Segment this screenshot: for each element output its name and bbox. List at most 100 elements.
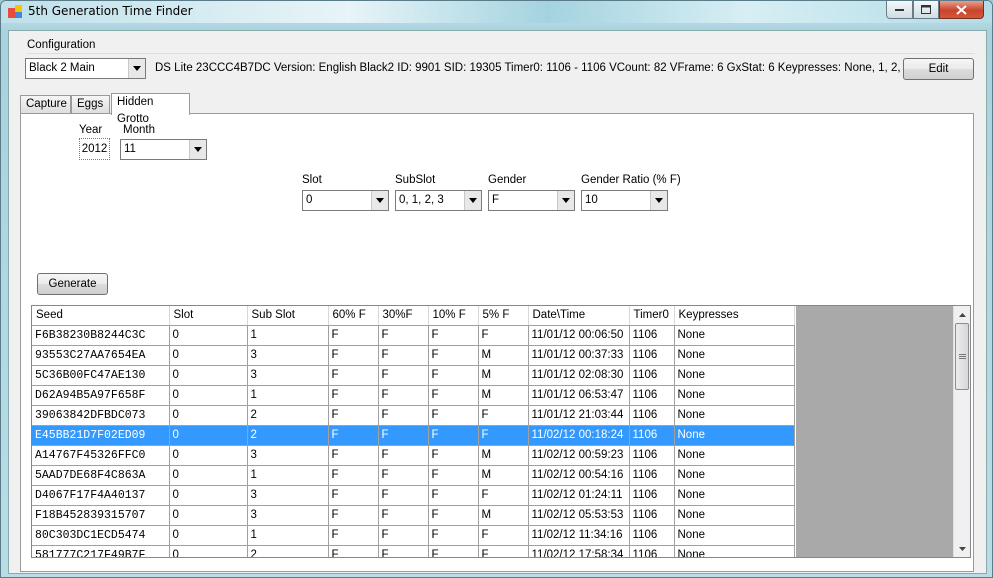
- table-row[interactable]: D4067F17F4A40137 0 3 F F F F 11/02/12 01:24:11 1…: [32, 485, 795, 506]
- year-input[interactable]: 2012: [79, 138, 110, 160]
- table-cell: 0: [169, 345, 248, 366]
- close-icon: [956, 4, 967, 15]
- slot-dropdown[interactable]: 0: [302, 190, 389, 211]
- table-cell: None: [674, 385, 795, 406]
- table-cell: 3: [247, 505, 329, 526]
- table-cell: 2: [247, 405, 329, 426]
- year-label: Year: [79, 124, 103, 136]
- tab-capture[interactable]: Capture: [20, 95, 71, 114]
- group-divider: [27, 53, 975, 54]
- chevron-down-icon: [959, 546, 966, 551]
- chevron-down-icon[interactable]: [557, 191, 574, 210]
- table-cell: F: [328, 365, 379, 386]
- table-cell: 1106: [629, 465, 675, 486]
- table-cell: M: [478, 465, 529, 486]
- table-row[interactable]: 5C36B00FC47AE130 0 3 F F F M 11/01/12 02:08:30 1…: [32, 365, 795, 386]
- vertical-scrollbar[interactable]: [953, 306, 970, 557]
- tab-eggs[interactable]: Eggs: [71, 95, 110, 114]
- results-grid[interactable]: Seed Slot Sub Slot 60% F 30%F 10% F 5% F Date\T…: [31, 305, 971, 558]
- table-cell: None: [674, 425, 795, 446]
- table-cell: 5AAD7DE68F4C863A: [32, 465, 170, 486]
- column-header[interactable]: Seed: [32, 306, 170, 326]
- grip-icon: [958, 354, 966, 359]
- table-cell: F: [478, 405, 529, 426]
- table-cell: None: [674, 545, 795, 557]
- edit-button[interactable]: Edit: [903, 58, 974, 80]
- table-cell: F: [328, 465, 379, 486]
- table-cell: 1: [247, 325, 329, 346]
- table-cell: None: [674, 405, 795, 426]
- table-cell: 581777C217F49B7F: [32, 545, 170, 557]
- column-header[interactable]: 30%F: [378, 306, 429, 326]
- column-header[interactable]: Keypresses: [674, 306, 795, 326]
- profile-info-text: DS Lite 23CCC4B7DC Version: English Blac…: [155, 62, 903, 74]
- table-row[interactable]: 581777C217F49B7F 0 2 F F F F 11/02/12 17:58:34 1…: [32, 545, 795, 557]
- column-header[interactable]: Sub Slot: [247, 306, 329, 326]
- subslot-dropdown[interactable]: 0, 1, 2, 3: [395, 190, 482, 211]
- gender-dropdown[interactable]: F: [488, 190, 575, 211]
- tab-hidden-grotto[interactable]: Hidden Grotto: [111, 93, 190, 125]
- maximize-button[interactable]: [913, 1, 939, 19]
- chevron-down-icon[interactable]: [128, 59, 145, 78]
- chevron-down-icon[interactable]: [371, 191, 388, 210]
- table-row[interactable]: 93553C27AA7654EA 0 3 F F F M 11/01/12 00:37:33 1…: [32, 345, 795, 366]
- table-cell: F: [378, 465, 429, 486]
- table-cell: 0: [169, 385, 248, 406]
- minimize-button[interactable]: [886, 1, 913, 19]
- table-cell: 1106: [629, 325, 675, 346]
- table-row[interactable]: 39063842DFBDC073 0 2 F F F F 11/01/12 21:03:44 1…: [32, 405, 795, 426]
- table-cell: F: [428, 545, 479, 557]
- profile-dropdown[interactable]: Black 2 Main: [25, 58, 146, 79]
- table-cell: 1106: [629, 505, 675, 526]
- table-cell: 3: [247, 485, 329, 506]
- title-bar[interactable]: 5th Generation Time Finder: [1, 1, 992, 23]
- table-row[interactable]: 80C303DC1ECD5474 0 1 F F F F 11/02/12 11:34:16 1…: [32, 525, 795, 546]
- table-cell: F: [378, 345, 429, 366]
- column-header[interactable]: Timer0: [629, 306, 675, 326]
- column-header[interactable]: Date\Time: [528, 306, 630, 326]
- configuration-group: Configuration Black 2 Main DS Lite 23CCC…: [23, 39, 975, 85]
- table-cell: D62A94B5A97F658F: [32, 385, 170, 406]
- chevron-down-icon[interactable]: [464, 191, 481, 210]
- column-header[interactable]: 60% F: [328, 306, 379, 326]
- table-cell: F: [328, 385, 379, 406]
- table-cell: F: [428, 365, 479, 386]
- column-header[interactable]: Slot: [169, 306, 248, 326]
- table-cell: 0: [169, 445, 248, 466]
- hidden-grotto-panel: Year 2012 Month 11 Slot 0 SubSlot 0, 1, …: [20, 113, 974, 572]
- generate-button[interactable]: Generate: [37, 273, 108, 295]
- table-row[interactable]: E45BB21D7F02ED09 0 2 F F F F 11/02/12 00:18:24 1…: [32, 425, 795, 446]
- table-cell: None: [674, 325, 795, 346]
- table-cell: None: [674, 505, 795, 526]
- scroll-thumb[interactable]: [955, 323, 969, 390]
- table-cell: 0: [169, 365, 248, 386]
- table-cell: 0: [169, 325, 248, 346]
- table-row[interactable]: F18B452839315707 0 3 F F F M 11/02/12 05:53:53 1…: [32, 505, 795, 526]
- chevron-down-icon[interactable]: [189, 140, 206, 159]
- table-cell: F: [328, 425, 379, 446]
- table-cell: F: [378, 365, 429, 386]
- table-cell: F: [478, 425, 529, 446]
- table-cell: A14767F45326FFC0: [32, 445, 170, 466]
- table-cell: 1106: [629, 405, 675, 426]
- table-row[interactable]: D62A94B5A97F658F 0 1 F F F M 11/01/12 06:53:47 1…: [32, 385, 795, 406]
- scroll-up-button[interactable]: [954, 306, 970, 323]
- gender-ratio-dropdown[interactable]: 10: [581, 190, 668, 211]
- month-dropdown[interactable]: 11: [120, 139, 207, 160]
- table-row[interactable]: F6B38230B8244C3C 0 1 F F F F 11/01/12 00:06:50 1…: [32, 325, 795, 346]
- table-cell: 11/01/12 02:08:30: [528, 365, 630, 386]
- scroll-down-button[interactable]: [954, 540, 970, 557]
- table-cell: F18B452839315707: [32, 505, 170, 526]
- column-header[interactable]: 5% F: [478, 306, 529, 326]
- table-row[interactable]: 5AAD7DE68F4C863A 0 1 F F F M 11/02/12 00:54:16 1…: [32, 465, 795, 486]
- table-cell: F: [478, 525, 529, 546]
- table-cell: 1106: [629, 545, 675, 557]
- table-row[interactable]: A14767F45326FFC0 0 3 F F F M 11/02/12 00:59:23 1…: [32, 445, 795, 466]
- table-cell: 2: [247, 545, 329, 557]
- chevron-down-icon[interactable]: [650, 191, 667, 210]
- table-cell: 0: [169, 465, 248, 486]
- close-button[interactable]: [939, 1, 984, 19]
- column-header[interactable]: 10% F: [428, 306, 479, 326]
- table-cell: F: [328, 545, 379, 557]
- window-title: 5th Generation Time Finder: [28, 4, 193, 18]
